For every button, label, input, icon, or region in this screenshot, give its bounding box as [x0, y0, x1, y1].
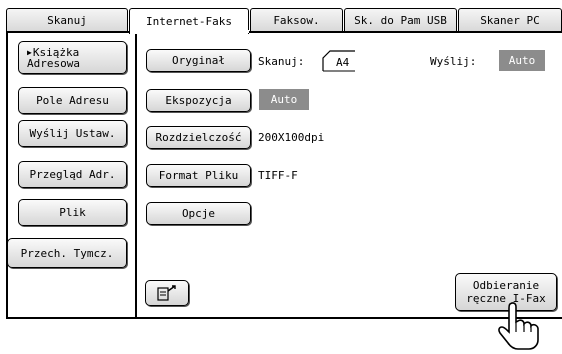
resolution-button[interactable]: Rozdzielczość: [146, 126, 251, 149]
tab-scan[interactable]: Skanuj: [6, 8, 128, 32]
address-entry-button[interactable]: Pole Adresu: [18, 87, 127, 114]
quick-file-button[interactable]: Przech. Tymcz.: [7, 238, 127, 268]
program-button[interactable]: [145, 280, 189, 306]
triangle-right-icon: ▶: [27, 47, 32, 57]
address-review-button[interactable]: Przegląd Adr.: [18, 161, 127, 188]
file-format-button[interactable]: Format Pliku: [146, 164, 251, 187]
address-book-label-line2: Adresowa: [27, 56, 80, 70]
tab-scan-to-usb[interactable]: Sk. do Pam USB: [344, 8, 457, 32]
paper-size-indicator: A4: [322, 50, 356, 72]
options-button[interactable]: Opcje: [146, 202, 251, 225]
program-icon: [157, 285, 176, 301]
tab-fax[interactable]: Faksow.: [250, 8, 343, 32]
exposure-button[interactable]: Ekspozycja: [146, 89, 251, 112]
tab-pc-scan[interactable]: Skaner PC: [458, 8, 562, 32]
file-button[interactable]: Plik: [18, 199, 127, 226]
manual-reception-label-line1: Odbieranie: [472, 279, 540, 292]
file-format-value: TIFF-F: [258, 169, 298, 182]
exposure-value: Auto: [259, 89, 309, 110]
address-book-button[interactable]: ▶ Książka Adresowa: [18, 41, 127, 74]
send-label: Wyślij:: [430, 55, 477, 68]
paper-size-value: A4: [336, 56, 350, 69]
hand-pointer-icon: [498, 302, 539, 350]
original-button[interactable]: Oryginał: [146, 49, 251, 72]
resolution-value: 200X100dpi: [258, 131, 325, 144]
sidebar-divider: [135, 31, 137, 317]
send-settings-button[interactable]: Wyślij Ustaw.: [18, 120, 127, 147]
active-tab-gap: [131, 30, 249, 33]
scan-label: Skanuj:: [258, 55, 305, 68]
address-book-label-line1: Książka: [32, 45, 80, 59]
send-size-value: Auto: [499, 50, 545, 71]
